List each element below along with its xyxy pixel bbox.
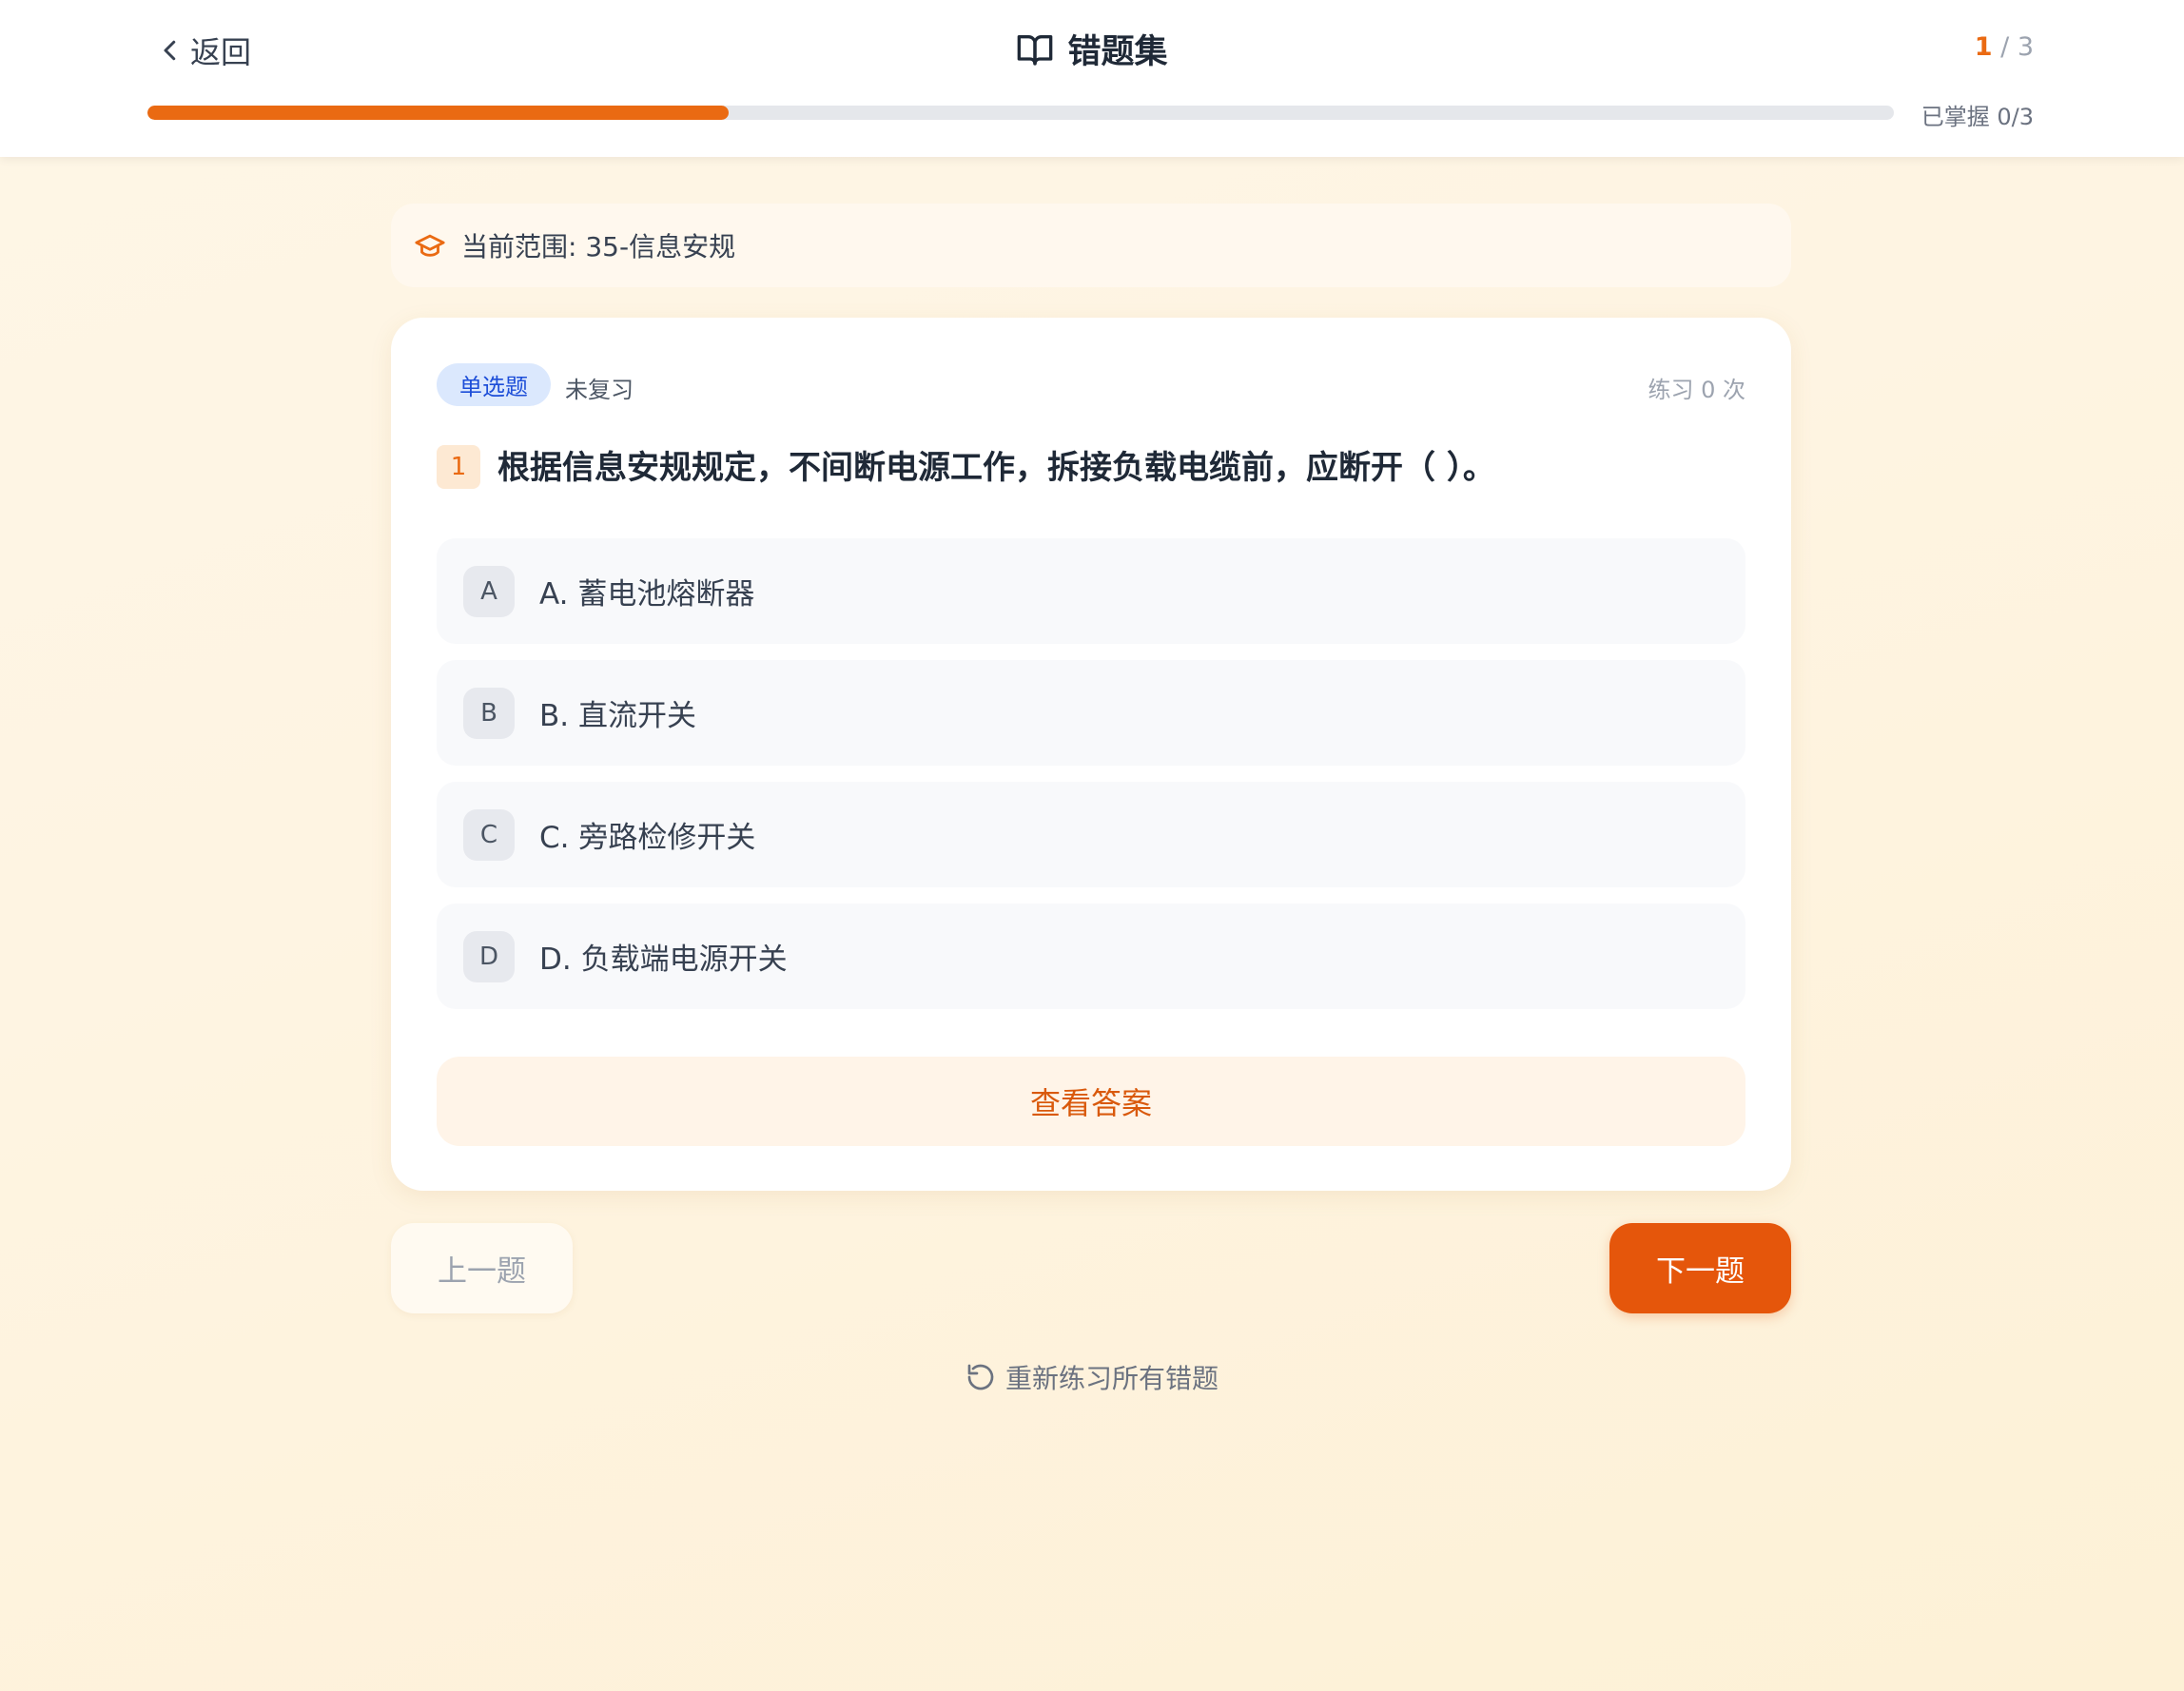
mastered-count: 已掌握 0/3 — [1921, 104, 2034, 130]
progress-bar — [147, 106, 1894, 120]
question-type-badge: 单选题 — [437, 363, 551, 406]
scope-bar: 当前范围: 35-信息安规 — [391, 204, 1791, 287]
restart-all-button[interactable]: 重新练习所有错题 — [965, 1358, 1219, 1396]
page-title-group: 错题集 — [0, 25, 2184, 73]
review-status-badge: 未复习 — [565, 377, 634, 403]
option-letter: D — [463, 930, 515, 982]
option-text: C. 旁路检修开关 — [539, 821, 756, 855]
option-text: A. 蓄电池熔断器 — [539, 577, 755, 612]
options-list: A A. 蓄电池熔断器 B B. 直流开关 C C. 旁路检修开关 D D. 负… — [437, 538, 1745, 1025]
question-number: 1 — [437, 445, 480, 489]
option-a[interactable]: A A. 蓄电池熔断器 — [437, 538, 1745, 644]
question-text: 根据信息安规规定，不间断电源工作，拆接负载电缆前，应断开（ ）。 — [497, 449, 1495, 487]
restart-label: 重新练习所有错题 — [1004, 1363, 1219, 1394]
top-header: 返回 错题集 1 / 3 已掌握 0/3 — [0, 0, 2184, 157]
scope-label: 当前范围: 35-信息安规 — [461, 231, 736, 262]
open-book-icon — [1018, 34, 1053, 66]
option-text: D. 负载端电源开关 — [539, 943, 788, 977]
question-counter: 1 / 3 — [1975, 32, 2034, 62]
option-letter: B — [463, 687, 515, 739]
page-title: 错题集 — [1067, 33, 1168, 71]
previous-question-button[interactable]: 上一题 — [391, 1223, 573, 1313]
practice-count: 练习 0 次 — [1648, 377, 1745, 403]
progress-fill — [147, 106, 730, 120]
counter-total: / 3 — [2000, 32, 2034, 62]
show-answer-button[interactable]: 查看答案 — [437, 1057, 1745, 1146]
option-b[interactable]: B B. 直流开关 — [437, 660, 1745, 766]
next-question-button[interactable]: 下一题 — [1609, 1223, 1791, 1313]
graduation-cap-icon — [415, 234, 445, 257]
option-letter: A — [463, 565, 515, 617]
option-c[interactable]: C C. 旁路检修开关 — [437, 782, 1745, 887]
counter-current: 1 — [1974, 32, 1993, 62]
option-letter: C — [463, 808, 515, 861]
option-d[interactable]: D D. 负载端电源开关 — [437, 904, 1745, 1009]
question-card: 单选题 未复习 练习 0 次 1 根据信息安规规定，不间断电源工作，拆接负载电缆… — [391, 318, 1791, 1191]
restart-row: 重新练习所有错题 — [0, 1358, 2184, 1396]
option-text: B. 直流开关 — [539, 699, 696, 733]
rotate-ccw-icon — [967, 1364, 994, 1390]
